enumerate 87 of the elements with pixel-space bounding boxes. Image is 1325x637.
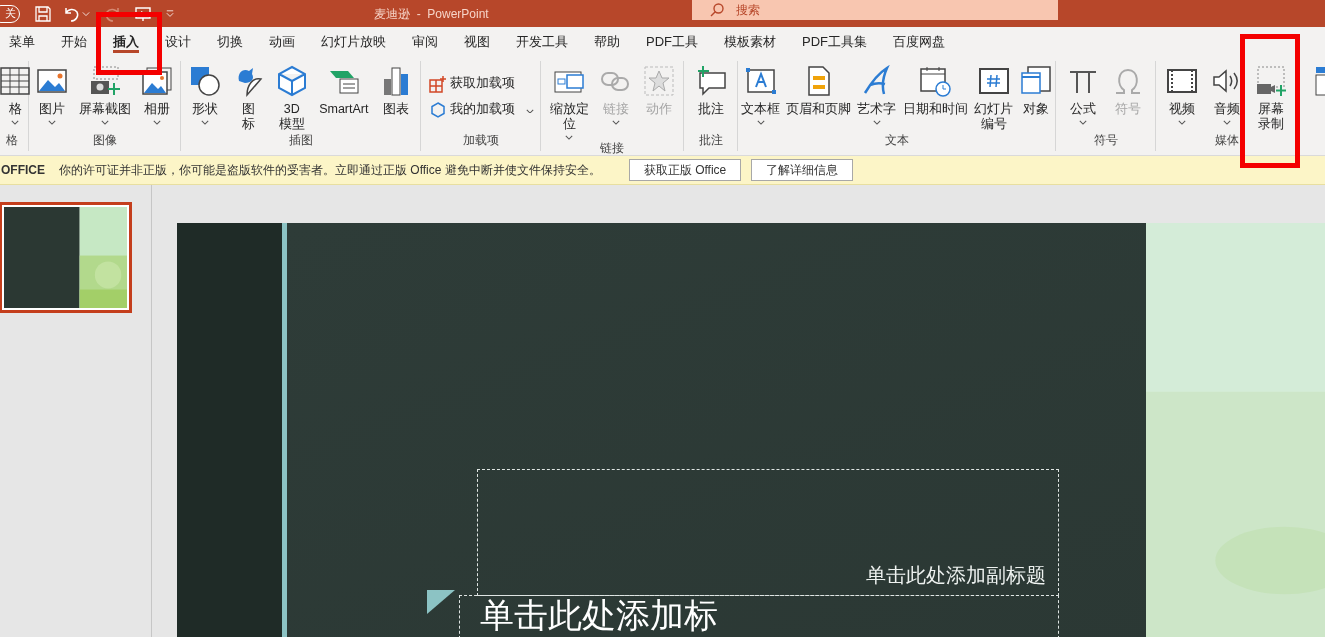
- caret-icon: [872, 120, 881, 125]
- save-icon[interactable]: [34, 4, 52, 23]
- ribbon-tab[interactable]: 设计: [152, 27, 204, 57]
- presentation-icon[interactable]: [134, 4, 152, 23]
- ribbon-tab[interactable]: 模板素材: [711, 27, 789, 57]
- ribbon-tab[interactable]: 动画: [256, 27, 308, 57]
- group-label: 媒体: [1214, 132, 1239, 149]
- ribbon-button[interactable]: 艺术字: [854, 61, 900, 125]
- ribbon-button[interactable]: 形状: [186, 61, 225, 125]
- caret-icon: [1078, 120, 1087, 125]
- search-icon: [710, 3, 724, 17]
- caret-icon: [1177, 120, 1186, 125]
- ribbon-button[interactable]: 日期和时间: [899, 61, 971, 117]
- table-icon: [0, 65, 31, 97]
- search-field[interactable]: 搜索: [692, 0, 1058, 20]
- window-title: 麦迪逊 - PowerPoint: [374, 6, 489, 23]
- caret-icon: [565, 135, 573, 140]
- caret-icon: [756, 120, 765, 125]
- group-label: 符号: [1093, 132, 1118, 149]
- ribbon-button[interactable]: SmartArt: [316, 61, 372, 117]
- caret-icon: [48, 120, 57, 125]
- ribbon-tab[interactable]: 切换: [204, 27, 256, 57]
- notice-message: 你的许可证并非正版，你可能是盗版软件的受害者。立即通过正版 Office 避免中断并使文件保持安全。: [59, 161, 601, 179]
- hexagon-icon: [429, 100, 447, 119]
- ribbon-button[interactable]: 图表: [376, 61, 415, 117]
- photo-album-icon: [140, 65, 173, 97]
- ribbon-tab[interactable]: 菜单: [0, 27, 48, 57]
- ribbon-button[interactable]: 我的加载项: [429, 100, 534, 119]
- caret-icon: [201, 120, 210, 125]
- ribbon-tab[interactable]: 视图: [451, 27, 503, 57]
- calendar-clock-icon: [919, 65, 952, 97]
- group-label: 加载项: [462, 132, 499, 149]
- text-box-icon: [744, 65, 777, 97]
- ribbon-button[interactable]: 文本框: [738, 61, 784, 125]
- ribbon-tab[interactable]: PDF工具: [633, 27, 711, 57]
- ribbon-tab[interactable]: 帮助: [581, 27, 633, 57]
- ribbon-tab[interactable]: 审阅: [399, 27, 451, 57]
- ribbon-tab[interactable]: 幻灯片放映: [308, 27, 399, 57]
- ribbon-button[interactable]: 音频: [1207, 61, 1246, 125]
- window-icon: [1019, 65, 1052, 97]
- group-label: 批注: [698, 132, 723, 149]
- screen-record-icon: [1255, 65, 1288, 97]
- caret-icon: [11, 120, 19, 125]
- ribbon-tab[interactable]: 百度网盘: [880, 27, 958, 57]
- subtitle-placeholder[interactable]: 单击此处添加副标题: [477, 469, 1059, 596]
- camera-icon: [88, 65, 121, 97]
- ribbon-button[interactable]: 视频: [1162, 61, 1201, 125]
- ribbon-tab[interactable]: PDF工具集: [789, 27, 880, 57]
- add-in-store-icon: [429, 74, 447, 93]
- notice-brand: OFFICE: [1, 163, 45, 177]
- caret-icon: [152, 120, 161, 125]
- group-label: 插图: [288, 132, 313, 149]
- ribbon-tab[interactable]: 插入: [100, 27, 152, 57]
- ribbon-button[interactable]: 相册: [137, 61, 176, 125]
- ribbon-button[interactable]: 图标: [229, 61, 268, 132]
- caret-icon[interactable]: [82, 10, 90, 17]
- caret-icon: [612, 120, 620, 125]
- notice-button[interactable]: 了解详细信息: [751, 159, 854, 181]
- caret-icon: [1222, 120, 1231, 125]
- ribbon-button[interactable]: 批注: [691, 61, 730, 117]
- ribbon-button[interactable]: 屏幕录制: [1252, 61, 1291, 132]
- ribbon-button[interactable]: 图片: [33, 61, 72, 125]
- ribbon-button[interactable]: 幻灯片编号: [970, 61, 1017, 132]
- triangle-shape: [427, 590, 455, 614]
- ribbon-button[interactable]: 获取加载项: [429, 74, 515, 93]
- ribbon-button[interactable]: 格: [0, 61, 34, 125]
- ribbon-tab[interactable]: 开发工具: [503, 27, 581, 57]
- ribbon-button[interactable]: 屏幕截图: [75, 61, 134, 125]
- cube-icon: [275, 65, 308, 97]
- ribbon-button[interactable]: 页眉和页脚: [783, 61, 855, 117]
- caret-icon: [100, 120, 109, 125]
- notice-button[interactable]: 获取正版 Office: [628, 159, 742, 181]
- group-label: 格: [6, 132, 18, 149]
- group-label: 图像: [92, 132, 117, 149]
- caret-icon: [526, 108, 534, 114]
- highlight-frame: [96, 12, 162, 75]
- ribbon-button[interactable]: 对象: [1016, 61, 1055, 117]
- title-placeholder[interactable]: 单击此处添加标: [459, 595, 1059, 637]
- shapes-icon: [189, 65, 222, 97]
- ribbon-button[interactable]: 缩放定位: [546, 61, 592, 140]
- ribbon-button[interactable]: 3D模型: [272, 61, 311, 132]
- group-label: 链接: [600, 139, 624, 157]
- ribbon-button[interactable]: 公式: [1063, 61, 1102, 125]
- slide-number-icon: [977, 65, 1010, 97]
- ribbon-tab[interactable]: 开始: [48, 27, 100, 57]
- customize-caret-icon[interactable]: [166, 9, 174, 18]
- group-label: 文本: [884, 132, 909, 149]
